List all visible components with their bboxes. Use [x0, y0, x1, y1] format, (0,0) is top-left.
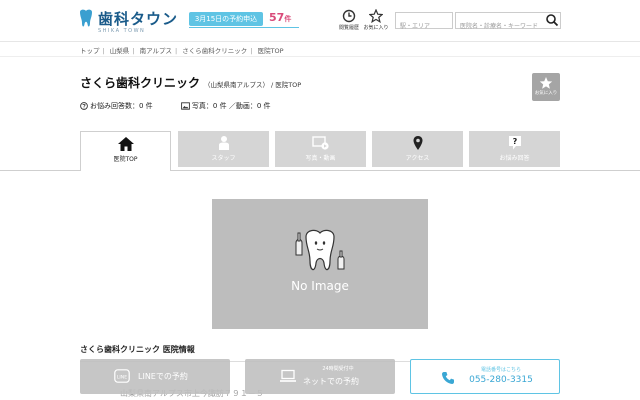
web-reservation-button[interactable]: 24時間受付中 ネットでの予約	[245, 359, 395, 394]
tab-clinic-top-label: 医院TOP	[113, 156, 138, 163]
map-pin-icon	[413, 136, 422, 150]
breadcrumb-current: 医院TOP	[257, 47, 284, 55]
history-button[interactable]: 閲覧履歴	[335, 9, 363, 31]
tab-photos-videos-label: 写真・動画	[305, 155, 336, 162]
star-icon	[539, 77, 553, 89]
add-favorite-label: お気に入り	[534, 91, 558, 96]
add-favorite-button[interactable]: お気に入り	[532, 73, 560, 101]
site-logo[interactable]: 歯科タウン SHIKA TOWN	[78, 8, 188, 38]
breadcrumb-clinic[interactable]: さくら歯科クリニック	[182, 47, 247, 55]
media-count: 写真：0 件 ／動画：0 件	[181, 101, 271, 111]
question-bubble-icon: ?	[508, 136, 521, 150]
tab-answers[interactable]: ? お悩み回答	[469, 131, 560, 167]
phone-caption: 電話番号はこちら	[480, 367, 521, 373]
logo-name: 歯科タウン	[98, 10, 179, 28]
clinic-photo-placeholder: No Image	[212, 199, 428, 329]
tab-staff-label: スタッフ	[211, 155, 236, 162]
station-search-field[interactable]	[395, 12, 453, 34]
clinic-tabs: 医院TOP スタッフ 写真・動画 アクセス ? お悩み回答	[80, 131, 560, 171]
line-reservation-label: LINEでの予約	[138, 372, 188, 381]
tab-photos-videos[interactable]: 写真・動画	[275, 131, 366, 167]
tab-answers-label: お悩み回答	[499, 155, 530, 162]
search-icon[interactable]	[545, 13, 559, 27]
breadcrumb-city[interactable]: 南アルプス	[140, 47, 172, 55]
clinic-page: / 医院TOP	[270, 81, 302, 89]
favorites-label: お気に入り	[363, 25, 389, 31]
breadcrumb-top[interactable]: トップ	[80, 47, 100, 55]
history-label: 閲覧履歴	[338, 25, 359, 31]
clinic-info-title: さくら歯科クリニック 医院情報	[80, 345, 195, 354]
promo-label: 3月15日の予約申込	[189, 12, 263, 26]
phone-icon	[442, 372, 454, 384]
no-image-text: No Image	[291, 279, 349, 293]
question-circle-icon	[80, 102, 88, 110]
clinic-prefecture: （山梨県南アルプス）	[204, 81, 269, 89]
clinic-title: さくら歯科クリニック （山梨県南アルプス） / 医院TOP	[80, 72, 301, 91]
line-icon: LINE	[114, 369, 130, 383]
svg-text:?: ?	[512, 137, 517, 146]
web-reservation-hours: 24時間受付中	[322, 366, 354, 372]
photo-video-icon	[311, 136, 329, 150]
tab-clinic-top[interactable]: 医院TOP	[80, 131, 171, 171]
tab-staff[interactable]: スタッフ	[178, 131, 269, 167]
photo-icon	[181, 102, 190, 110]
tab-access-label: アクセス	[405, 155, 430, 162]
promo-underline	[189, 27, 299, 28]
clinic-stats: お悩み回答数：0 件 写真：0 件 ／動画：0 件	[80, 101, 271, 112]
favorites-button[interactable]: お気に入り	[362, 9, 390, 31]
clock-icon	[342, 9, 356, 23]
laptop-icon	[280, 369, 296, 382]
logo-subtitle: SHIKA TOWN	[98, 28, 146, 34]
web-reservation-label: ネットでの予約	[303, 377, 359, 386]
station-search-input[interactable]	[396, 19, 452, 34]
tooth-logo-icon	[80, 9, 92, 27]
star-icon	[369, 9, 383, 23]
breadcrumb-prefecture[interactable]: 山梨県	[110, 47, 130, 55]
staff-icon	[218, 136, 229, 150]
promo-count: 57件	[269, 11, 292, 24]
phone-number: 055-280-3315	[469, 375, 533, 385]
clinic-name: さくら歯科クリニック	[80, 76, 201, 90]
tooth-mascot-icon	[295, 229, 345, 271]
breadcrumb-divider	[0, 56, 640, 57]
line-reservation-button[interactable]: LINE LINEでの予約	[80, 359, 230, 394]
phone-call-button[interactable]: 電話番号はこちら 055-280-3315	[410, 359, 560, 394]
site-header: 歯科タウン SHIKA TOWN 3月15日の予約申込 57件 閲覧履歴 お気に…	[0, 0, 640, 42]
svg-text:LINE: LINE	[117, 374, 127, 380]
home-icon	[117, 137, 134, 151]
questions-count: お悩み回答数：0 件	[80, 101, 153, 111]
tab-access[interactable]: アクセス	[372, 131, 463, 167]
reservation-promo[interactable]: 3月15日の予約申込 57件	[189, 11, 299, 28]
breadcrumb: トップ | 山梨県 | 南アルプス | さくら歯科クリニック | 医院TOP	[80, 47, 284, 55]
